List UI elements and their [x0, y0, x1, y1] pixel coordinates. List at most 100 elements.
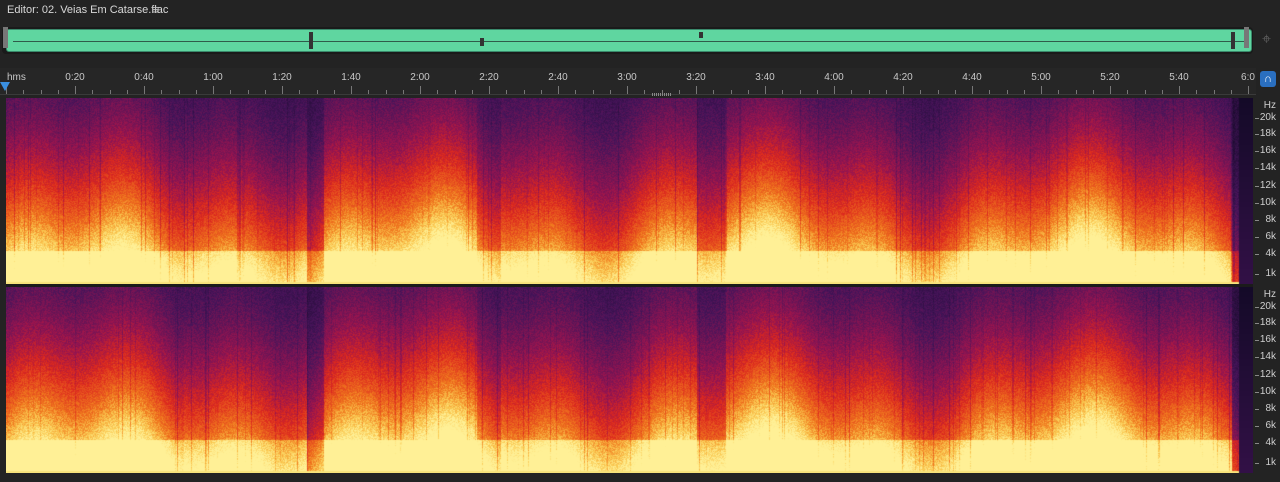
time-tick-label: 4:20 [893, 72, 913, 83]
frequency-scale-left: Hz 20k 18k 16k 14k 12k 10k 8k 6k 4k 1k [1255, 98, 1280, 284]
time-tick [126, 90, 128, 94]
time-tick [678, 90, 680, 94]
hz-tick-label: 4k [1265, 248, 1276, 259]
hz-tick [1255, 463, 1259, 464]
hz-tick [1255, 186, 1259, 187]
overview-right-handle[interactable] [1244, 27, 1249, 48]
time-tick-label: 2:20 [479, 72, 499, 83]
time-tick-label: 3:40 [755, 72, 775, 83]
hz-unit-label: Hz [1263, 100, 1276, 111]
time-tick [834, 86, 835, 94]
time-tick [920, 90, 922, 94]
time-tick-label: 2:40 [548, 72, 568, 83]
headphone-icon[interactable]: ∩ [1260, 71, 1276, 87]
time-tick-label: 3:00 [617, 72, 637, 83]
hz-tick [1255, 443, 1259, 444]
time-tick [1023, 90, 1025, 94]
hz-tick [1255, 254, 1259, 255]
hz-tick-label: 6k [1265, 231, 1276, 242]
time-tick [420, 86, 421, 94]
overview-marker [699, 32, 703, 38]
hz-tick [1255, 307, 1259, 308]
hz-tick-label: 1k [1265, 457, 1276, 468]
hz-tick-label: 12k [1259, 180, 1276, 191]
hz-tick-label: 8k [1265, 403, 1276, 414]
time-tick [109, 90, 111, 94]
spectral-channel-left[interactable] [6, 98, 1253, 284]
time-tick [144, 86, 145, 94]
time-tick [471, 90, 473, 94]
time-tick [247, 90, 249, 94]
time-tick [1041, 86, 1042, 94]
time-tick [885, 90, 887, 94]
time-tick [506, 90, 508, 94]
spectral-channel-right[interactable] [6, 287, 1253, 473]
hz-tick [1255, 426, 1259, 427]
time-tick [799, 90, 801, 94]
time-tick [730, 90, 732, 94]
time-tick [1127, 90, 1129, 94]
hz-tick-label: 1k [1265, 268, 1276, 279]
time-tick [523, 90, 525, 94]
time-tick-label: 2:00 [410, 72, 430, 83]
time-tick [161, 90, 163, 94]
time-tick [333, 90, 335, 94]
hz-tick-label: 20k [1259, 301, 1276, 312]
time-tick [316, 90, 318, 94]
time-tick [23, 90, 25, 94]
hz-tick-label: 12k [1259, 369, 1276, 380]
time-tick [489, 86, 490, 94]
overview-visible-range[interactable] [6, 29, 1252, 52]
time-tick [782, 90, 784, 94]
hz-tick-label: 4k [1265, 437, 1276, 448]
time-tick [1058, 90, 1060, 94]
time-tick [627, 86, 628, 94]
time-tick [213, 86, 214, 94]
time-tick [851, 90, 853, 94]
time-tick [195, 90, 197, 94]
ruler-resize-grip[interactable] [652, 93, 672, 96]
time-tick [765, 86, 766, 94]
hz-unit-label: Hz [1263, 289, 1276, 300]
time-tick [264, 90, 266, 94]
time-tick [1110, 86, 1111, 94]
time-tick [57, 90, 59, 94]
hz-tick [1255, 409, 1259, 410]
time-tick [903, 86, 904, 94]
overview-waveform[interactable] [2, 27, 1253, 54]
time-tick [454, 90, 456, 94]
time-tick [75, 86, 76, 94]
time-tick-label: 3:20 [686, 72, 706, 83]
overview-marker [1231, 32, 1235, 49]
time-tick-label: 6:0 [1241, 72, 1255, 83]
overview-waveform-line [13, 41, 1245, 42]
hz-tick [1255, 118, 1259, 119]
time-tick [368, 90, 370, 94]
overview-marker [309, 32, 313, 49]
time-ruler[interactable]: hms 0:20 0:40 1:00 1:20 1:40 2:00 2:20 2:40 3:00… [0, 68, 1256, 95]
time-tick [972, 86, 973, 94]
time-tick [92, 90, 94, 94]
hz-tick [1255, 151, 1259, 152]
hz-tick [1255, 274, 1259, 275]
time-tick [558, 86, 559, 94]
time-tick [1144, 90, 1146, 94]
time-tick-label: 4:00 [824, 72, 844, 83]
overview-left-handle[interactable] [3, 27, 8, 48]
hz-tick-label: 16k [1259, 145, 1276, 156]
hz-tick [1255, 375, 1259, 376]
time-tick [1248, 86, 1249, 94]
zoom-crosshair-icon[interactable]: ⌖ [1262, 31, 1271, 49]
hz-tick [1255, 134, 1259, 135]
spectrogram-left[interactable] [6, 98, 1253, 284]
time-tick [592, 90, 594, 94]
time-tick [1213, 90, 1215, 94]
time-tick [1230, 90, 1232, 94]
hz-tick-label: 18k [1259, 128, 1276, 139]
frequency-scale-right: Hz 20k 18k 16k 14k 12k 10k 8k 6k 4k 1k [1255, 287, 1280, 473]
time-tick [437, 90, 439, 94]
hz-tick-label: 8k [1265, 214, 1276, 225]
playhead-marker[interactable] [0, 82, 10, 91]
spectrogram-right[interactable] [6, 287, 1253, 473]
hamburger-icon[interactable]: ≡ [152, 2, 160, 17]
